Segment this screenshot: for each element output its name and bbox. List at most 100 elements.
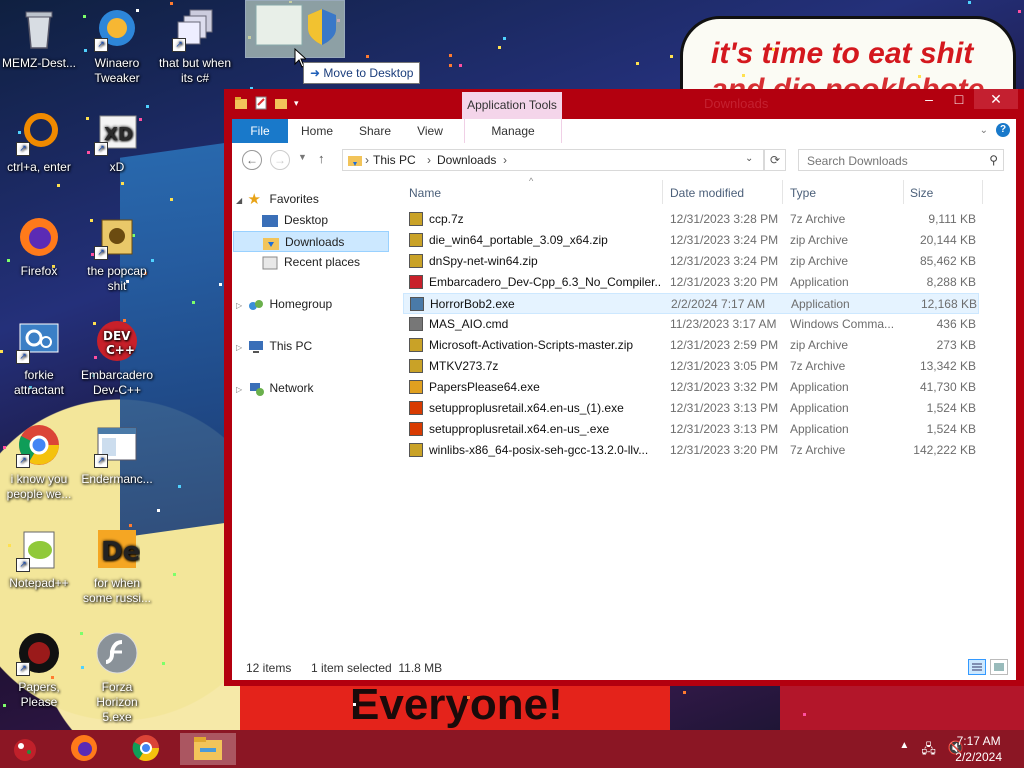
- up-button[interactable]: ↑: [318, 151, 325, 166]
- large-icons-view-button[interactable]: [990, 659, 1008, 675]
- file-row[interactable]: Embarcadero_Dev-Cpp_6.3_No_Compiler... 12…: [403, 272, 979, 293]
- refresh-button[interactable]: ⟳: [764, 149, 786, 171]
- title-bar[interactable]: ▾ Application Tools Downloads – □ ✕: [224, 89, 1024, 119]
- close-button[interactable]: ✕: [974, 89, 1018, 109]
- search-box[interactable]: ⚲: [798, 149, 1004, 172]
- minimize-button[interactable]: –: [914, 89, 944, 109]
- archive-icon: [409, 212, 423, 226]
- file-row[interactable]: setupproplusretail.x64.en-us_(1).exe 12/3…: [403, 398, 979, 419]
- file-row[interactable]: Microsoft-Activation-Scripts-master.zip 1…: [403, 335, 979, 356]
- tab-home[interactable]: Home: [292, 119, 342, 143]
- properties-icon[interactable]: [254, 96, 268, 110]
- desktop-icon-devcpp[interactable]: DEV C++ Embarcadero Dev-C++: [80, 318, 154, 398]
- desktop-icon-label: Endermanc...: [81, 472, 153, 486]
- desktop-icon-popcap[interactable]: ↗ the popcap shit: [80, 214, 154, 294]
- file-row[interactable]: dnSpy-net-win64.zip 12/31/2023 3:24 PM zip…: [403, 251, 979, 272]
- expand-arrow-icon[interactable]: ▷: [236, 301, 242, 310]
- taskbar-chrome[interactable]: [124, 733, 168, 765]
- search-icon[interactable]: ⚲: [989, 153, 998, 167]
- file-row[interactable]: ccp.7z 12/31/2023 3:28 PM 7z Archive 9,111 …: [403, 209, 979, 230]
- column-separator[interactable]: [782, 180, 783, 204]
- tab-share[interactable]: Share: [350, 119, 400, 143]
- office-icon: [409, 401, 423, 415]
- nav-downloads[interactable]: Downloads: [233, 231, 389, 252]
- desktop-icon-papers-please[interactable]: ↗ Papers, Please: [2, 630, 76, 710]
- taskbar-firefox[interactable]: [62, 733, 106, 765]
- file-date: 12/31/2023 2:59 PM: [670, 338, 779, 352]
- file-row[interactable]: die_win64_portable_3.09_x64.zip 12/31/202…: [403, 230, 979, 251]
- file-row[interactable]: MTKV273.7z 12/31/2023 3:05 PM 7z Archive 13…: [403, 356, 979, 377]
- file-type: 7z Archive: [790, 359, 846, 373]
- column-separator[interactable]: [982, 180, 983, 204]
- navigation-pane: ◢ ★ Favorites Desktop Downloads Recent pl…: [232, 177, 390, 655]
- breadcrumb-downloads[interactable]: Downloads: [437, 153, 496, 167]
- nav-favorites[interactable]: ◢ ★ Favorites: [236, 189, 319, 210]
- nav-homegroup-label: Homegroup: [269, 297, 333, 311]
- tab-file[interactable]: File: [232, 119, 288, 143]
- column-separator[interactable]: [903, 180, 904, 204]
- file-row[interactable]: MAS_AIO.cmd 11/23/2023 3:17 AM Windows Com…: [403, 314, 979, 335]
- file-row[interactable]: HorrorBob2.exe 2/2/2024 7:17 AM Applicatio…: [403, 293, 979, 314]
- confetti-dot: [503, 37, 506, 40]
- nav-this-pc[interactable]: ▷ This PC: [236, 336, 312, 357]
- chevron-down-icon[interactable]: ▾: [294, 96, 308, 110]
- desktop-icon-de[interactable]: De for when some russi...: [80, 526, 154, 606]
- breadcrumb-separator-icon: ›: [427, 153, 431, 167]
- confetti-dot: [178, 485, 181, 488]
- forward-button[interactable]: →: [270, 150, 290, 170]
- help-icon[interactable]: ?: [996, 123, 1010, 137]
- address-bar[interactable]: › This PC › Downloads › ⌄: [342, 149, 764, 171]
- confetti-dot: [366, 55, 369, 58]
- desktop-icon-csharp[interactable]: ↗ that but when its c#: [158, 6, 232, 86]
- desktop-icon-label: Papers, Please: [18, 680, 60, 709]
- desktop-icon-endermanch[interactable]: ↗ Endermanc...: [80, 422, 154, 487]
- new-folder-icon[interactable]: [274, 96, 288, 110]
- desktop-icon-chrome[interactable]: ↗ i know you people we...: [2, 422, 76, 502]
- file-date: 2/2/2024 7:17 AM: [671, 297, 766, 311]
- details-view-button[interactable]: [968, 659, 986, 675]
- nav-desktop[interactable]: Desktop: [262, 210, 328, 231]
- expand-arrow-icon[interactable]: ▷: [236, 385, 242, 394]
- confetti-dot: [683, 691, 686, 694]
- folder-icon[interactable]: [234, 96, 248, 110]
- taskbar-clock[interactable]: 7:17 AM 2/2/2024: [955, 733, 1002, 765]
- desktop-icon-firefox[interactable]: Firefox: [2, 214, 76, 279]
- search-input[interactable]: [799, 150, 989, 172]
- network-icon[interactable]: 🖧: [921, 740, 936, 762]
- maximize-button[interactable]: □: [944, 89, 974, 109]
- expand-arrow-icon[interactable]: ▷: [236, 343, 242, 352]
- column-header-type[interactable]: Type: [790, 182, 816, 204]
- column-header-date[interactable]: Date modified: [670, 182, 744, 204]
- desktop-icon-forkie[interactable]: ↗ forkie attractant: [2, 318, 76, 398]
- confetti-dot: [449, 64, 452, 67]
- desktop-icon-winaero[interactable]: ↗ Winaero Tweaker: [80, 6, 154, 86]
- nav-recent-places[interactable]: Recent places: [262, 252, 360, 273]
- desktop-icon-notepadpp[interactable]: ↗ Notepad++: [2, 526, 76, 591]
- file-row[interactable]: PapersPlease64.exe 12/31/2023 3:32 PM Appl…: [403, 377, 979, 398]
- show-hidden-icons-icon[interactable]: ▲: [899, 740, 909, 762]
- breadcrumb-this-pc[interactable]: This PC: [373, 153, 416, 167]
- desktop-icon-ctrl-a[interactable]: ↗ ctrl+a, enter: [2, 110, 76, 175]
- start-button[interactable]: [8, 735, 42, 763]
- tab-view[interactable]: View: [408, 119, 452, 143]
- recent-locations-icon[interactable]: ▼: [298, 152, 307, 162]
- desktop-icon-forza[interactable]: Forza Horizon 5.exe: [80, 630, 154, 725]
- file-row[interactable]: setupproplusretail.x64.en-us_.exe 12/31/2…: [403, 419, 979, 440]
- nav-network[interactable]: ▷ Network: [236, 378, 314, 399]
- column-separator[interactable]: [662, 180, 663, 204]
- file-row[interactable]: winlibs-x86_64-posix-seh-gcc-13.2.0-llv.…: [403, 440, 979, 461]
- confetti-dot: [353, 703, 356, 706]
- expand-ribbon-icon[interactable]: ⌄: [980, 125, 988, 136]
- desktop-icon-hxd[interactable]: XD ↗ xD: [80, 110, 154, 175]
- taskbar-file-explorer[interactable]: [180, 733, 236, 765]
- tab-manage[interactable]: Manage: [464, 119, 562, 143]
- column-header-name[interactable]: Name: [409, 182, 441, 204]
- shortcut-arrow-icon: ↗: [16, 662, 30, 676]
- file-name: Embarcadero_Dev-Cpp_6.3_No_Compiler...: [429, 275, 661, 289]
- column-header-size[interactable]: Size: [910, 182, 933, 204]
- address-dropdown-icon[interactable]: ⌄: [745, 153, 753, 164]
- back-button[interactable]: ←: [242, 150, 262, 170]
- expand-arrow-icon[interactable]: ◢: [236, 196, 242, 205]
- desktop-icon-memz[interactable]: MEMZ-Dest...: [2, 6, 76, 71]
- nav-homegroup[interactable]: ▷ Homegroup: [236, 294, 332, 315]
